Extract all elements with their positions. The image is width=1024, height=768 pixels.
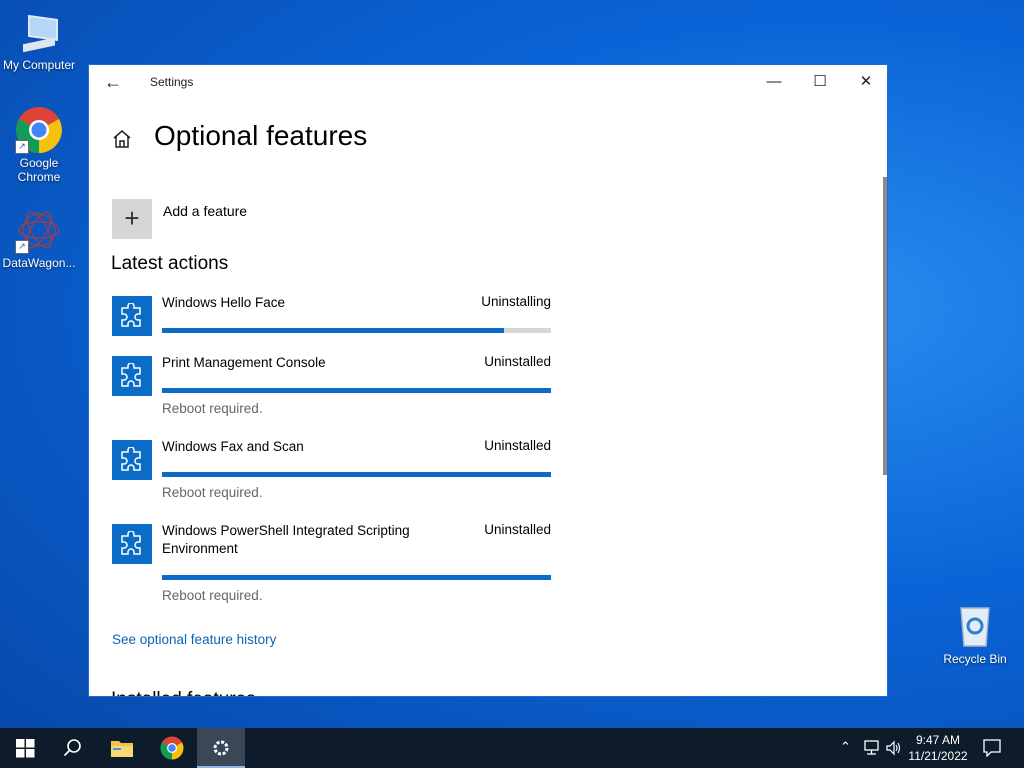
file-explorer-icon bbox=[111, 741, 133, 757]
desktop-icon-google-chrome[interactable]: ↗ Google Chrome bbox=[1, 106, 77, 184]
action-item-windows-powershell-ise[interactable]: Windows PowerShell Integrated Scripting … bbox=[112, 522, 552, 608]
settings-taskbar-button[interactable] bbox=[197, 728, 245, 768]
chrome-icon bbox=[160, 736, 184, 760]
progress-fill bbox=[162, 328, 505, 333]
windows-logo-icon bbox=[16, 739, 35, 758]
chrome-taskbar-button[interactable] bbox=[148, 728, 196, 768]
desktop-icon-my-computer[interactable]: My Computer bbox=[1, 8, 77, 72]
show-hidden-icons-button[interactable]: ⌃ bbox=[838, 728, 856, 768]
maximize-button[interactable]: ☐ bbox=[797, 65, 843, 99]
feature-name: Windows Fax and Scan bbox=[162, 439, 304, 454]
puzzle-piece-icon bbox=[112, 524, 152, 564]
puzzle-piece-icon bbox=[112, 296, 152, 336]
latest-actions-heading: Latest actions bbox=[111, 253, 229, 274]
file-explorer-button[interactable] bbox=[98, 728, 146, 768]
desktop-icon-label: Recycle Bin bbox=[943, 652, 1007, 666]
settings-icon bbox=[213, 740, 229, 756]
add-feature-label: Add a feature bbox=[163, 203, 248, 219]
minimize-button[interactable]: — bbox=[751, 65, 797, 99]
progress-bar bbox=[162, 388, 551, 393]
desktop-icon-recycle-bin[interactable]: Recycle Bin bbox=[937, 602, 1013, 666]
puzzle-piece-icon bbox=[112, 440, 152, 480]
feature-name: Print Management Console bbox=[162, 355, 326, 370]
scrollbar[interactable] bbox=[883, 177, 887, 475]
window-title: Settings bbox=[150, 75, 194, 89]
arrow-left-icon: ← bbox=[104, 72, 122, 92]
puzzle-piece-icon bbox=[112, 356, 152, 396]
shortcut-arrow-icon: ↗ bbox=[15, 140, 29, 154]
optional-feature-history-link[interactable]: See optional feature history bbox=[112, 632, 276, 647]
datawagon-icon: ↗ bbox=[15, 206, 63, 254]
desktop-icon-label: My Computer bbox=[2, 58, 76, 72]
feature-name: Windows Hello Face bbox=[162, 295, 286, 310]
clock-date: 11/21/2022 bbox=[908, 749, 968, 763]
installed-features-heading: Installed features bbox=[111, 689, 256, 696]
action-item-print-management-console[interactable]: Print Management Console Uninstalled Reb… bbox=[112, 354, 552, 422]
clock-time: 9:47 AM bbox=[915, 733, 961, 747]
desktop-icon-label: DataWagon... bbox=[2, 256, 76, 270]
taskbar: ⌃ 9:47 AM 11/21/2022 bbox=[0, 728, 1024, 768]
reboot-note: Reboot required. bbox=[162, 485, 263, 500]
notification-icon bbox=[983, 739, 1001, 757]
page-title: Optional features bbox=[154, 120, 368, 151]
network-icon bbox=[864, 740, 879, 755]
add-feature-button[interactable]: + Add a feature bbox=[112, 199, 412, 241]
progress-fill bbox=[162, 388, 551, 393]
desktop-icon-datawagon[interactable]: ↗ DataWagon... bbox=[1, 206, 77, 270]
network-button[interactable] bbox=[860, 728, 882, 768]
progress-bar bbox=[162, 575, 551, 580]
chevron-up-icon: ⌃ bbox=[840, 739, 851, 754]
action-item-windows-fax-and-scan[interactable]: Windows Fax and Scan Uninstalled Reboot … bbox=[112, 438, 552, 506]
home-icon[interactable] bbox=[111, 128, 133, 150]
feature-status: Uninstalled bbox=[484, 354, 551, 369]
speaker-icon bbox=[886, 740, 901, 756]
computer-icon bbox=[15, 8, 63, 56]
search-icon bbox=[63, 739, 81, 757]
shortcut-arrow-icon: ↗ bbox=[15, 240, 29, 254]
feature-status: Uninstalling bbox=[481, 294, 551, 309]
reboot-note: Reboot required. bbox=[162, 401, 263, 416]
desktop-icon-label: Google Chrome bbox=[17, 156, 61, 184]
back-button[interactable]: ← bbox=[101, 71, 125, 93]
progress-fill bbox=[162, 575, 551, 580]
settings-window: ← Settings — ☐ ✕ Optional features + Add… bbox=[88, 64, 888, 697]
recycle-bin-icon bbox=[951, 602, 999, 650]
action-center-button[interactable] bbox=[978, 728, 1008, 768]
start-button[interactable] bbox=[0, 728, 48, 768]
progress-bar bbox=[162, 472, 551, 477]
progress-fill bbox=[162, 472, 551, 477]
taskbar-clock[interactable]: 9:47 AM 11/21/2022 bbox=[902, 732, 974, 764]
progress-bar bbox=[162, 328, 551, 333]
plus-icon: + bbox=[112, 199, 152, 239]
reboot-note: Reboot required. bbox=[162, 588, 263, 603]
search-button[interactable] bbox=[48, 728, 96, 768]
feature-name: Windows PowerShell Integrated Scripting … bbox=[162, 523, 410, 556]
feature-status: Uninstalled bbox=[484, 522, 551, 537]
feature-status: Uninstalled bbox=[484, 438, 551, 453]
close-button[interactable]: ✕ bbox=[843, 65, 887, 99]
volume-button[interactable] bbox=[884, 728, 904, 768]
action-item-windows-hello-face[interactable]: Windows Hello Face Uninstalling bbox=[112, 294, 552, 340]
title-bar: ← Settings — ☐ ✕ bbox=[89, 65, 887, 99]
chrome-icon: ↗ bbox=[15, 106, 63, 154]
